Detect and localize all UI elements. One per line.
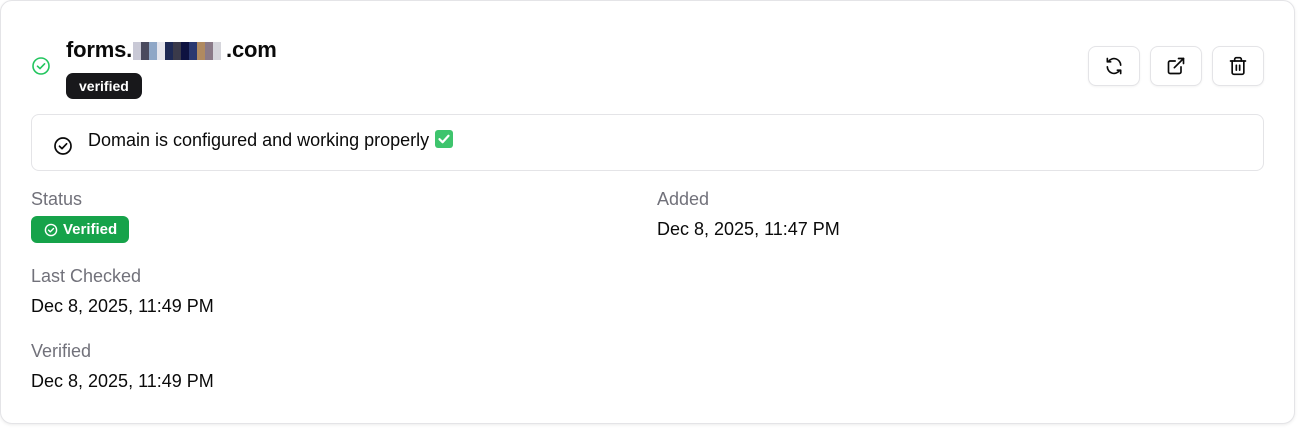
domain-card: forms. .com verified Domain is configure… xyxy=(0,0,1295,424)
alert-message: Domain is configured and working properl… xyxy=(88,130,454,151)
domain-name: forms. .com xyxy=(66,37,277,63)
external-link-icon xyxy=(1167,57,1185,75)
status-label: Status xyxy=(31,189,83,209)
domain-suffix: .com xyxy=(226,37,277,62)
delete-button[interactable] xyxy=(1212,46,1264,86)
refresh-button[interactable] xyxy=(1088,46,1140,86)
trash-icon xyxy=(1229,56,1247,76)
verified-label: Verified xyxy=(31,341,92,361)
redacted-block xyxy=(133,40,225,61)
verified-value: Dec 8, 2025, 11:49 PM xyxy=(31,371,214,391)
check-circle-icon xyxy=(32,57,50,75)
status-badge: Verified xyxy=(31,216,130,243)
added-value: Dec 8, 2025, 11:47 PM xyxy=(657,219,840,239)
last-checked-value: Dec 8, 2025, 11:49 PM xyxy=(31,296,214,316)
check-circle-icon xyxy=(44,223,58,236)
status-badge-label: Verified xyxy=(63,221,118,238)
status-alert: Domain is configured and working properl… xyxy=(31,114,1264,171)
open-external-button[interactable] xyxy=(1150,46,1202,86)
domain-prefix: forms. xyxy=(66,37,133,62)
check-circle-icon xyxy=(54,137,72,155)
refresh-icon xyxy=(1106,57,1122,75)
check-mark-emoji-icon xyxy=(435,130,454,149)
added-label: Added xyxy=(657,189,710,209)
last-checked-label: Last Checked xyxy=(31,266,142,286)
alert-text: Domain is configured and working properl… xyxy=(88,130,430,150)
verified-tag: verified xyxy=(66,73,142,99)
